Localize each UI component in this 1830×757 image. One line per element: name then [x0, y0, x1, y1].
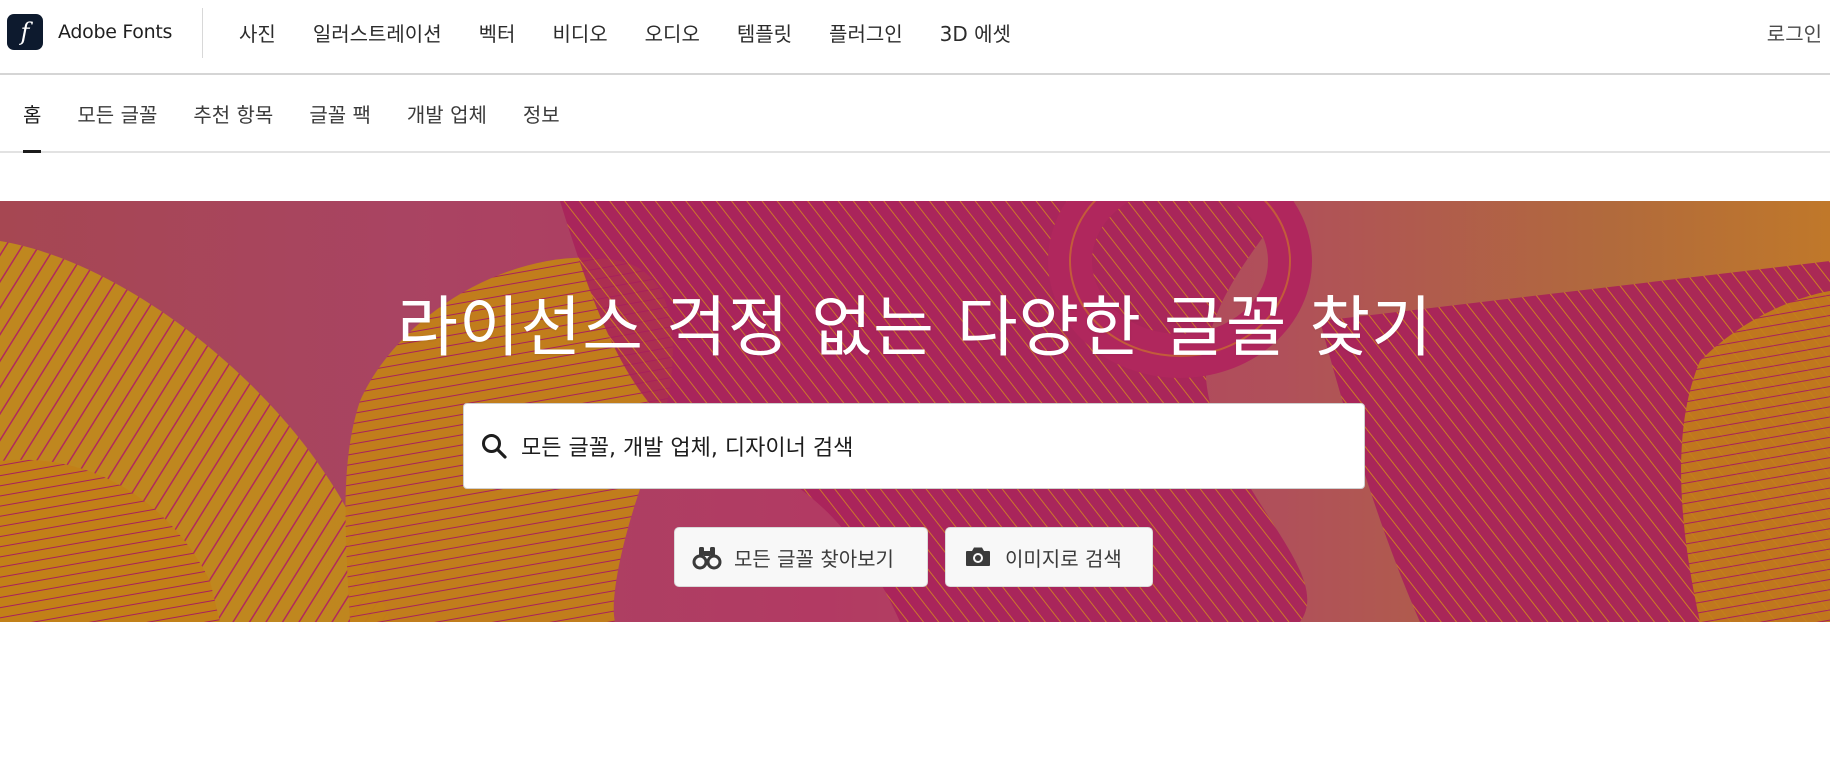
font-search-input[interactable]: 모든 글꼴, 개발 업체, 디자이너 검색 — [463, 403, 1365, 489]
search-placeholder: 모든 글꼴, 개발 업체, 디자이너 검색 — [521, 436, 854, 461]
search-icon — [482, 434, 507, 459]
adobe-fonts-logo-icon: f — [7, 14, 43, 50]
camera-icon — [966, 547, 990, 566]
nav-item-videos[interactable]: 비디오 — [552, 18, 607, 47]
search-by-image-button[interactable]: 이미지로 검색 — [945, 527, 1153, 587]
binoculars-icon — [692, 547, 722, 570]
nav-item-plugins[interactable]: 플러그인 — [829, 18, 903, 47]
hero-title: 라이선스 걱정 없는 다양한 글꼴 찾기 — [397, 289, 1433, 366]
svg-text:f: f — [19, 18, 34, 46]
tab-recommendations[interactable]: 추천 항목 — [193, 76, 273, 151]
top-navigation-bar: f Adobe Fonts 사진 일러스트레이션 벡터 비디오 오디오 템플릿 … — [0, 0, 1830, 75]
browse-all-fonts-button[interactable]: 모든 글꼴 찾아보기 — [674, 527, 928, 587]
nav-item-photos[interactable]: 사진 — [239, 18, 276, 47]
nav-item-vectors[interactable]: 벡터 — [479, 18, 516, 47]
brand-divider — [202, 8, 203, 58]
nav-item-audio[interactable]: 오디오 — [645, 18, 700, 47]
nav-item-illustrations[interactable]: 일러스트레이션 — [313, 18, 442, 47]
brand-home-link[interactable]: f Adobe Fonts — [7, 14, 172, 50]
nav-item-3d-assets[interactable]: 3D 에셋 — [940, 18, 1011, 47]
tab-home[interactable]: 홈 — [23, 76, 42, 153]
primary-nav: 사진 일러스트레이션 벡터 비디오 오디오 템플릿 플러그인 3D 에셋 — [239, 0, 1048, 65]
nav-item-templates[interactable]: 템플릿 — [737, 18, 792, 47]
tab-about[interactable]: 정보 — [523, 76, 560, 151]
brand-name: Adobe Fonts — [58, 21, 173, 43]
hero-banner: 라이선스 걱정 없는 다양한 글꼴 찾기 모든 글꼴, 개발 업체, 디자이너 … — [0, 201, 1830, 622]
secondary-nav: 홈 모든 글꼴 추천 항목 글꼴 팩 개발 업체 정보 — [0, 76, 1830, 153]
sign-in-link[interactable]: 로그인 — [1767, 18, 1822, 47]
tab-font-packs[interactable]: 글꼴 팩 — [309, 76, 371, 151]
search-by-image-label: 이미지로 검색 — [1005, 546, 1122, 571]
tab-all-fonts[interactable]: 모든 글꼴 — [77, 76, 157, 151]
browse-all-fonts-label: 모든 글꼴 찾아보기 — [734, 546, 894, 571]
tab-foundries[interactable]: 개발 업체 — [407, 76, 487, 151]
